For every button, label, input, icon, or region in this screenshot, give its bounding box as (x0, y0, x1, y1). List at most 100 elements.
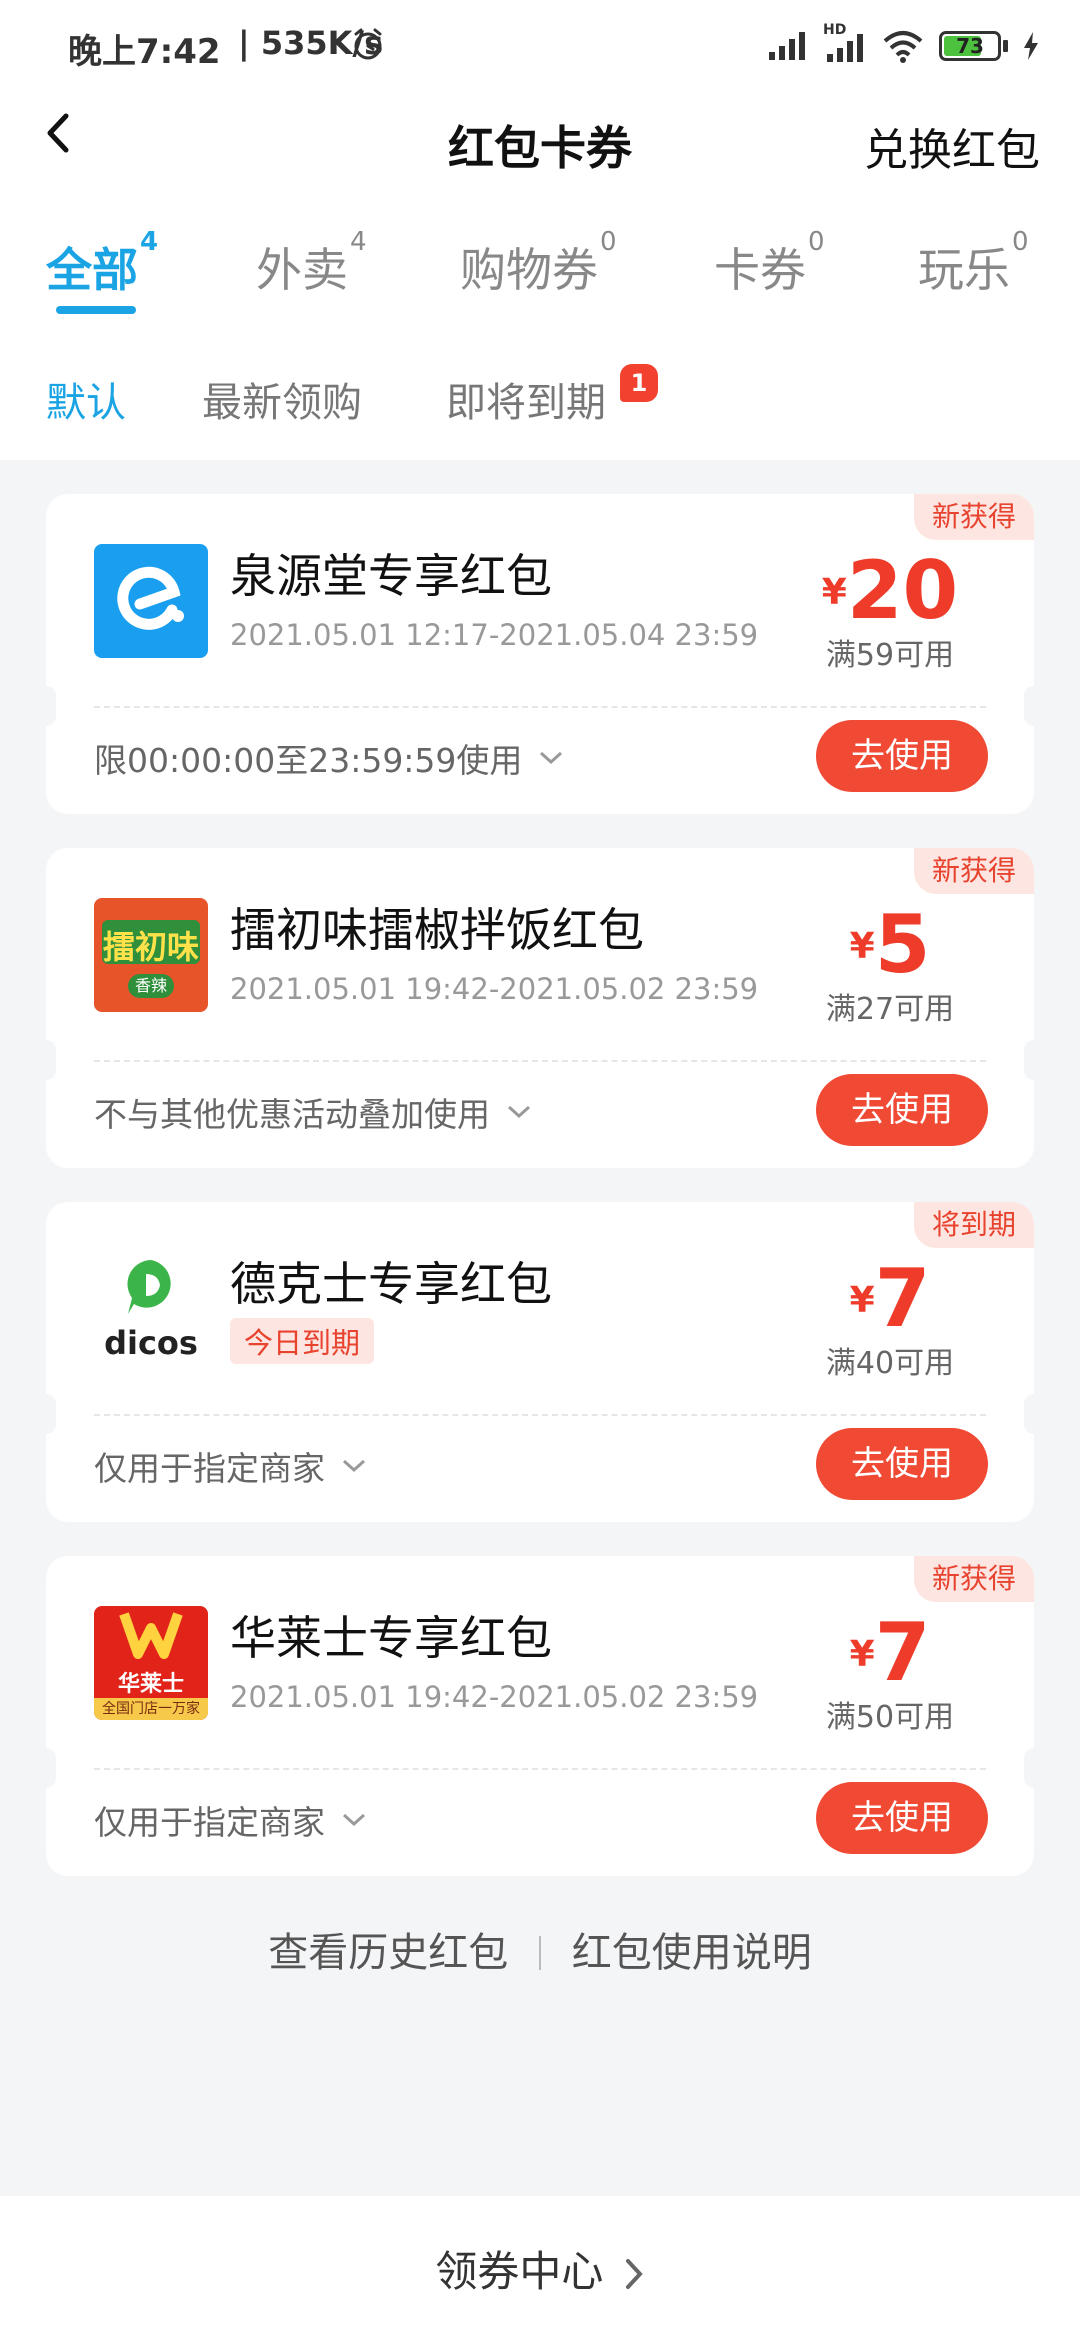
sort-expiring[interactable]: 即将到期 (446, 370, 606, 428)
card-divider (94, 706, 986, 708)
coupon-center-button[interactable]: 领券中心 (0, 2238, 1080, 2299)
signal-icon (769, 32, 805, 60)
charging-icon (1024, 32, 1038, 60)
chevron-down-icon (507, 1105, 531, 1119)
card-title: 华莱士专享红包 (230, 1611, 552, 1665)
card-title: 擂初味擂椒拌饭红包 (230, 903, 644, 957)
sort-default[interactable]: 默认 (46, 370, 126, 428)
card-rule-toggle[interactable]: 仅用于指定商家 (94, 1796, 367, 1844)
expiring-count-badge: 1 (620, 364, 658, 402)
alarm-icon (354, 28, 382, 60)
coupon-center-label: 领券中心 (435, 2247, 604, 2296)
tab-cards-label: 卡券 (714, 243, 806, 297)
quanyuantang-logo (94, 544, 208, 658)
chevron-down-icon (540, 751, 563, 765)
wallace-logo: 华莱士 全国门店一万家 (94, 1606, 208, 1720)
signal-hd-icon: HD (823, 22, 867, 64)
tab-entertainment-label: 玩乐 (918, 243, 1010, 297)
status-bar: 晚上7:42 | 535K/s HD 73 (0, 0, 1080, 90)
eleme-e-icon (117, 566, 184, 630)
card-condition: 满59可用 (825, 638, 955, 673)
card-rule-text: 限00:00:00至23:59:59使用 (94, 741, 523, 780)
wallace-logo-sub: 全国门店一万家 (94, 1698, 208, 1720)
currency-symbol: ¥ (849, 926, 875, 967)
card-divider (94, 1414, 986, 1416)
coupon-card: 新获得 擂初味 香辣 擂初味擂椒拌饭红包 2021.05.01 19:42-20… (46, 848, 1034, 1168)
card-valid-date: 2021.05.01 19:42-2021.05.02 23:59 (230, 1680, 759, 1714)
expire-today-tag: 今日到期 (230, 1318, 375, 1364)
amount-value: 7 (874, 1252, 931, 1345)
tab-takeout[interactable]: 外卖4 (256, 227, 367, 300)
tab-entertainment[interactable]: 玩乐0 (918, 227, 1029, 300)
card-status-tag: 新获得 (913, 848, 1034, 894)
chevron-down-icon (342, 1459, 366, 1473)
card-notch (46, 686, 56, 726)
chevron-down-icon (342, 1813, 366, 1827)
leichuwei-logo: 擂初味 香辣 (94, 898, 208, 1012)
coupon-card: 将到期 dicos 德克士专享红包 今日到期 ¥7 满40可用 仅用于指定商家 … (46, 1202, 1034, 1522)
wifi-icon (883, 31, 923, 63)
status-time: 晚上7:42 (68, 32, 221, 72)
card-status-tag: 新获得 (913, 494, 1034, 540)
use-coupon-button[interactable]: 去使用 (816, 1074, 988, 1146)
amount-value: 5 (874, 898, 931, 991)
card-title: 泉源堂专享红包 (230, 549, 552, 603)
currency-symbol: ¥ (849, 1280, 875, 1321)
card-notch (1024, 1748, 1034, 1788)
usage-instructions-link[interactable]: 红包使用说明 (572, 1930, 812, 1976)
battery-icon: 73 (939, 31, 1001, 61)
history-red-packet-link[interactable]: 查看历史红包 (268, 1930, 508, 1976)
battery-tip (1003, 40, 1008, 52)
header: 红包卡券 兑换红包 (0, 90, 1080, 240)
tab-cards[interactable]: 卡券0 (714, 227, 825, 300)
card-rule-toggle[interactable]: 限00:00:00至23:59:59使用 (94, 734, 564, 782)
card-rule-text: 仅用于指定商家 (94, 1449, 325, 1488)
card-valid-date: 2021.05.01 19:42-2021.05.02 23:59 (230, 972, 759, 1006)
tab-shopping-label: 购物券 (460, 243, 598, 297)
use-coupon-button[interactable]: 去使用 (816, 720, 988, 792)
sort-bar: 默认 最新领购 即将到期 1 (0, 330, 1080, 460)
leichuwei-logo-sub: 香辣 (128, 974, 174, 998)
use-coupon-button[interactable]: 去使用 (816, 1428, 988, 1500)
tab-all[interactable]: 全部4 (46, 227, 158, 300)
tab-takeout-count: 4 (350, 226, 367, 257)
card-valid-date: 2021.05.01 12:17-2021.05.04 23:59 (230, 618, 759, 652)
card-condition: 满40可用 (825, 1346, 955, 1381)
wallace-logo-text: 华莱士 (117, 1672, 184, 1697)
card-rule-toggle[interactable]: 仅用于指定商家 (94, 1442, 367, 1490)
card-notch (46, 1394, 56, 1434)
card-rule-toggle[interactable]: 不与其他优惠活动叠加使用 (94, 1088, 532, 1136)
leichuwei-logo-text: 擂初味 (102, 928, 199, 966)
card-status-tag: 新获得 (913, 1556, 1034, 1602)
card-notch (1024, 1040, 1034, 1080)
coupon-card: 新获得 华莱士 全国门店一万家 华莱士专享红包 2021.05.01 19:42… (46, 1556, 1034, 1876)
status-icons: HD 73 (767, 22, 1040, 68)
category-tabs: 全部4 外卖4 购物券0 卡券0 玩乐0 (0, 227, 1080, 330)
card-notch (1024, 1394, 1034, 1434)
bottom-bar: 领券中心 (0, 2196, 1080, 2340)
sort-latest[interactable]: 最新领购 (202, 370, 362, 428)
card-divider (94, 1060, 986, 1062)
tab-takeout-label: 外卖 (256, 243, 348, 297)
tab-all-label: 全部 (46, 243, 138, 297)
card-divider (94, 1768, 986, 1770)
exchange-red-packet-button[interactable]: 兑换红包 (864, 114, 1040, 178)
dicos-logo: dicos (94, 1252, 208, 1366)
use-coupon-button[interactable]: 去使用 (816, 1782, 988, 1854)
amount-value: 20 (846, 544, 959, 637)
card-status-tag: 将到期 (913, 1202, 1034, 1248)
link-separator (539, 1936, 541, 1970)
card-amount: ¥7 (790, 1606, 990, 1699)
tab-shopping[interactable]: 购物券0 (460, 227, 617, 300)
card-rule-text: 仅用于指定商家 (94, 1803, 325, 1842)
coupon-card: 新获得 泉源堂专享红包 2021.05.01 12:17-2021.05.04 … (46, 494, 1034, 814)
amount-value: 7 (874, 1606, 931, 1699)
footer-links: 查看历史红包 红包使用说明 (0, 1920, 1080, 1978)
currency-symbol: ¥ (849, 1634, 875, 1675)
dicos-logo-text: dicos (104, 1324, 198, 1362)
currency-symbol: ¥ (821, 572, 847, 613)
tab-entertainment-count: 0 (1012, 226, 1029, 257)
card-amount: ¥20 (790, 544, 990, 637)
card-rule-text: 不与其他优惠活动叠加使用 (94, 1095, 490, 1134)
tab-all-count: 4 (140, 226, 159, 257)
